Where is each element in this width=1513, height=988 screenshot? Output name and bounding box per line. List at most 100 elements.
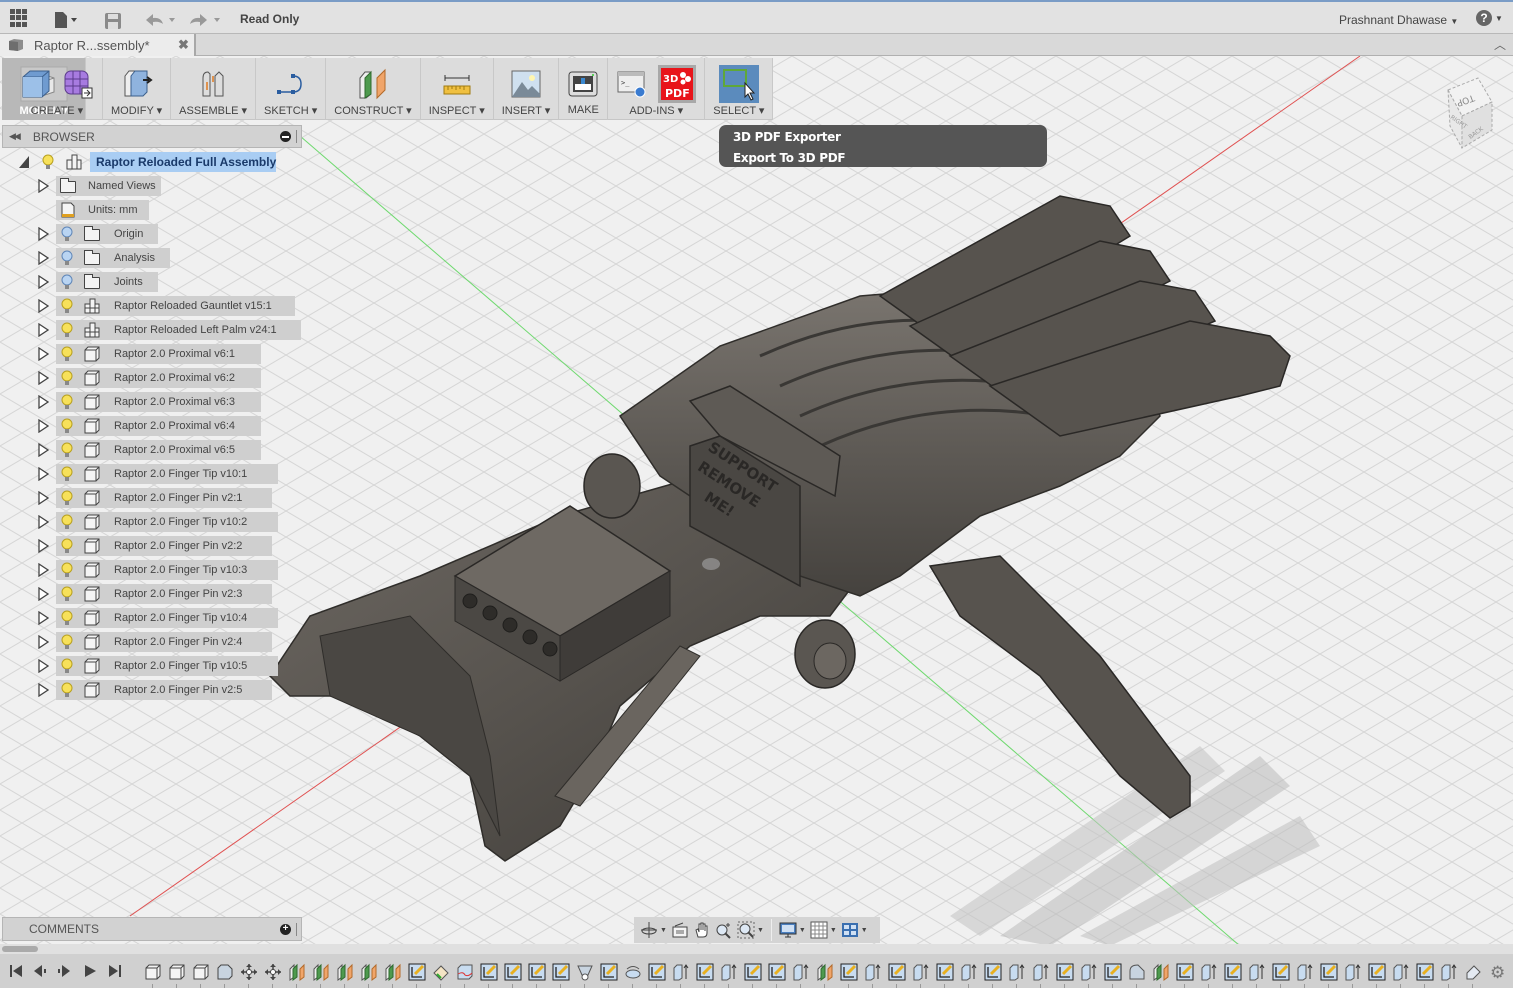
modify-menu[interactable]: MODIFY ▾	[103, 58, 172, 120]
timeline-feature-sketch-icon[interactable]	[744, 963, 762, 981]
assemble-menu[interactable]: ASSEMBLE ▾	[171, 58, 257, 120]
timeline-feature-extrude-icon[interactable]	[720, 963, 738, 981]
expand-triangle-icon[interactable]	[37, 467, 49, 481]
sketch-menu[interactable]: SKETCH ▾	[256, 58, 327, 120]
timeline-feature-fillet-icon[interactable]	[1128, 963, 1146, 981]
timeline-feature-move-icon[interactable]	[264, 963, 282, 981]
browser-item[interactable]: Raptor Reloaded Left Palm v24:1	[0, 320, 301, 340]
viewports-button[interactable]: ▼	[841, 920, 868, 940]
timeline-feature-extrude-icon[interactable]	[1080, 963, 1098, 981]
timeline-feature-extrude-icon[interactable]	[864, 963, 882, 981]
timeline-feature-revolve-icon[interactable]	[624, 963, 642, 981]
browser-item[interactable]: Origin	[0, 224, 300, 244]
timeline-feature-extrude-icon[interactable]	[1392, 963, 1410, 981]
menu-item-export-to-3d-pdf[interactable]: Export To 3D PDF	[733, 150, 1033, 167]
undo-button[interactable]	[143, 8, 177, 32]
expand-triangle-icon[interactable]	[37, 659, 49, 673]
expand-triangle-icon[interactable]	[37, 587, 49, 601]
expand-triangle-icon[interactable]	[37, 323, 49, 337]
horizontal-scrollbar[interactable]	[0, 944, 1513, 954]
resize-handle[interactable]	[296, 923, 299, 936]
browser-item[interactable]: Raptor 2.0 Proximal v6:2	[0, 368, 300, 388]
timeline-feature-sketch-icon[interactable]	[1176, 963, 1194, 981]
browser-item[interactable]: Joints	[0, 272, 300, 292]
timeline-feature-shell-icon[interactable]	[576, 963, 594, 981]
step-forward-icon[interactable]	[56, 963, 72, 979]
expand-triangle-icon[interactable]	[37, 491, 49, 505]
visibility-bulb-icon[interactable]	[61, 250, 73, 266]
apps-grid-icon[interactable]	[10, 9, 28, 27]
browser-item[interactable]: Analysis	[0, 248, 300, 268]
timeline-feature-plane-icon[interactable]	[384, 963, 402, 981]
help-button[interactable]: ? ▼	[1476, 10, 1503, 26]
expand-triangle-icon[interactable]	[37, 371, 49, 385]
timeline-feature-extrude-icon[interactable]	[1032, 963, 1050, 981]
3d-pdf-addin-button[interactable]: 3D PDF	[658, 65, 697, 103]
timeline-feature-sketch-icon[interactable]	[768, 963, 786, 981]
timeline-feature-erase-icon[interactable]	[1464, 963, 1482, 981]
pan-button[interactable]	[693, 920, 711, 940]
browser-root-row[interactable]: Raptor Reloaded Full Assembly	[0, 152, 300, 172]
grid-settings-button[interactable]: ▼	[810, 920, 837, 940]
visibility-bulb-icon[interactable]	[61, 346, 73, 362]
browser-item[interactable]: Raptor 2.0 Finger Pin v2:1	[0, 488, 300, 508]
zoom-button[interactable]	[715, 920, 733, 940]
timeline-feature-sketch-icon[interactable]	[1104, 963, 1122, 981]
timeline-feature-sketch-icon[interactable]	[984, 963, 1002, 981]
timeline-feature-move-icon[interactable]	[240, 963, 258, 981]
visibility-bulb-icon[interactable]	[61, 370, 73, 386]
timeline-feature-plane-icon[interactable]	[360, 963, 378, 981]
visibility-bulb-icon[interactable]	[61, 298, 73, 314]
view-cube[interactable]: TOP RIGHT BACK	[1422, 68, 1502, 153]
visibility-bulb-icon[interactable]	[61, 466, 73, 482]
user-menu[interactable]: Prashnant Dhawase ▼	[1339, 13, 1458, 27]
expand-triangle-icon[interactable]	[37, 443, 49, 457]
menu-item-3d-pdf-exporter[interactable]: 3D PDF Exporter	[733, 129, 1033, 146]
visibility-bulb-icon[interactable]	[61, 442, 73, 458]
timeline-feature-extrude-icon[interactable]	[792, 963, 810, 981]
expand-triangle-icon[interactable]	[37, 347, 49, 361]
expand-triangle-icon[interactable]	[37, 539, 49, 553]
expand-triangle-icon[interactable]	[37, 251, 49, 265]
select-menu[interactable]: SELECT ▾	[705, 58, 774, 120]
select-button[interactable]	[718, 65, 759, 103]
expand-triangle-icon[interactable]	[37, 179, 49, 193]
browser-item[interactable]: Raptor 2.0 Finger Tip v10:4	[0, 608, 300, 628]
timeline-feature-sketch-icon[interactable]	[528, 963, 546, 981]
browser-item[interactable]: Raptor 2.0 Finger Pin v2:2	[0, 536, 300, 556]
step-back-icon[interactable]	[32, 963, 48, 979]
timeline-feature-sketch-icon[interactable]	[1272, 963, 1290, 981]
timeline-feature-body-icon[interactable]	[144, 963, 162, 981]
browser-item[interactable]: Raptor 2.0 Proximal v6:5	[0, 440, 300, 460]
timeline-feature-extrude-icon[interactable]	[1440, 963, 1458, 981]
expand-triangle-icon[interactable]	[37, 275, 49, 289]
browser-item[interactable]: Raptor 2.0 Finger Tip v10:3	[0, 560, 300, 580]
timeline-feature-extrude-icon[interactable]	[672, 963, 690, 981]
timeline-feature-sketch-icon[interactable]	[504, 963, 522, 981]
timeline-feature-paint-icon[interactable]	[432, 963, 450, 981]
visibility-bulb-icon[interactable]	[61, 682, 73, 698]
collapse-browser-icon[interactable]: ◀◀	[9, 131, 21, 142]
visibility-bulb-icon[interactable]	[61, 658, 73, 674]
visibility-bulb-icon[interactable]	[42, 154, 54, 170]
timeline-feature-sketch-icon[interactable]	[840, 963, 858, 981]
visibility-bulb-icon[interactable]	[61, 586, 73, 602]
browser-item[interactable]: Raptor 2.0 Proximal v6:3	[0, 392, 300, 412]
timeline-feature-sketch-icon[interactable]	[888, 963, 906, 981]
timeline-feature-extrude-icon[interactable]	[960, 963, 978, 981]
inspect-menu[interactable]: INSPECT ▾	[421, 58, 494, 120]
play-icon[interactable]	[82, 963, 98, 979]
redo-button[interactable]	[188, 8, 222, 32]
expand-triangle-icon[interactable]	[37, 635, 49, 649]
visibility-bulb-icon[interactable]	[61, 394, 73, 410]
timeline-feature-extrude-icon[interactable]	[1200, 963, 1218, 981]
timeline-feature-body-icon[interactable]	[192, 963, 210, 981]
browser-item[interactable]: Raptor 2.0 Finger Pin v2:3	[0, 584, 300, 604]
addins-menu[interactable]: >_ 3D PDF ADD-INS ▾	[608, 58, 706, 120]
browser-item[interactable]: Units: mm	[0, 200, 300, 220]
expand-triangle-icon[interactable]	[37, 683, 49, 697]
fit-button[interactable]: ▼	[737, 920, 764, 940]
browser-item[interactable]: Raptor 2.0 Finger Tip v10:1	[0, 464, 300, 484]
timeline-feature-plane-icon[interactable]	[1152, 963, 1170, 981]
visibility-bulb-icon[interactable]	[61, 610, 73, 626]
